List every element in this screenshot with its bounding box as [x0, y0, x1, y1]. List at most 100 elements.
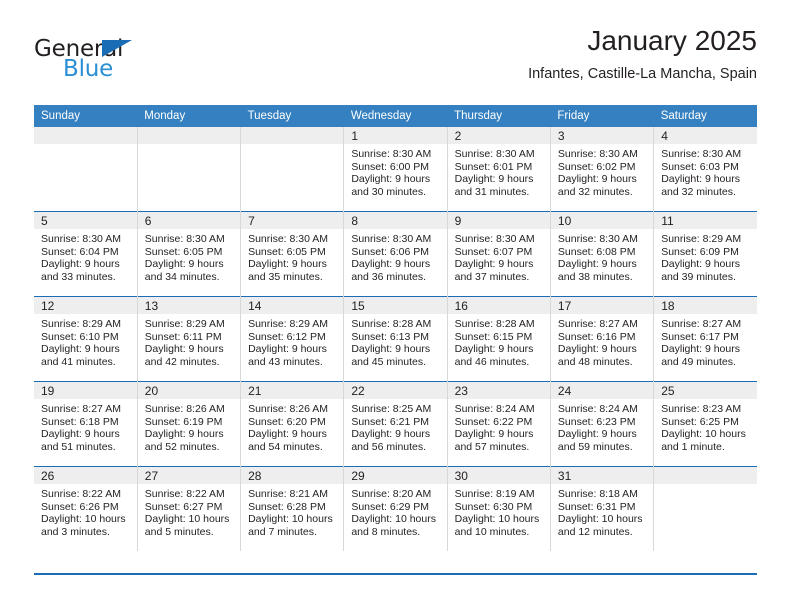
calendar-day-cell[interactable]: 19 Sunrise: 8:27 AM Sunset: 6:18 PM Dayligh… — [34, 381, 138, 467]
daylight-text-line1: Daylight: 10 hours — [144, 513, 230, 526]
weekday-header-sunday: Sunday — [34, 105, 138, 127]
calendar-day-cell[interactable]: 7 Sunrise: 8:30 AM Sunset: 6:05 PM Daylight… — [240, 211, 345, 297]
calendar-day-cell[interactable]: 11 Sunrise: 8:29 AM Sunset: 6:09 PM Dayligh… — [653, 211, 757, 297]
calendar-day-cell[interactable]: 3 Sunrise: 8:30 AM Sunset: 6:02 PM Daylight… — [549, 127, 655, 212]
calendar-day-cell[interactable]: 8 Sunrise: 8:30 AM Sunset: 6:06 PM Daylight… — [343, 211, 448, 297]
daylight-text-line2: and 36 minutes. — [351, 270, 427, 283]
day-number: 28 — [241, 467, 344, 484]
page-title: January 2025 — [587, 25, 757, 56]
calendar-day-cell[interactable]: 15 Sunrise: 8:28 AM Sunset: 6:13 PM Dayligh… — [343, 296, 448, 382]
daylight-text-line1: Daylight: 9 hours — [557, 343, 637, 356]
calendar-day-cell[interactable]: 6 Sunrise: 8:30 AM Sunset: 6:05 PM Daylight… — [136, 211, 242, 297]
daylight-text-line2: and 10 minutes. — [454, 525, 530, 538]
daylight-text-line1: Daylight: 9 hours — [557, 428, 637, 441]
calendar-day-cell[interactable]: 20 Sunrise: 8:26 AM Sunset: 6:19 PM Dayligh… — [136, 381, 242, 467]
sunrise-text: Sunrise: 8:29 AM — [41, 318, 121, 330]
calendar-day-cell[interactable]: 12 Sunrise: 8:29 AM Sunset: 6:10 PM Dayligh… — [34, 296, 138, 382]
daylight-text-line2: and 34 minutes. — [144, 270, 220, 283]
day-details: Sunrise: 8:28 AM Sunset: 6:13 PM Daylight:… — [344, 314, 446, 368]
day-number-band — [654, 467, 757, 484]
calendar-day-cell[interactable]: 4 Sunrise: 8:30 AM Sunset: 6:03 PM Daylight… — [653, 127, 757, 212]
day-number: 15 — [344, 297, 447, 314]
sunrise-text: Sunrise: 8:20 AM — [351, 488, 432, 500]
daylight-text-line1: Daylight: 10 hours — [661, 428, 746, 441]
calendar-day-cell[interactable]: 25 Sunrise: 8:23 AM Sunset: 6:25 PM Dayligh… — [653, 381, 757, 467]
calendar-day-cell[interactable]: 14 Sunrise: 8:29 AM Sunset: 6:12 PM Dayligh… — [240, 296, 345, 382]
day-details: Sunrise: 8:24 AM Sunset: 6:23 PM Daylight:… — [551, 399, 653, 453]
day-number: 17 — [550, 297, 654, 314]
weekday-header-tuesday: Tuesday — [240, 105, 344, 127]
daylight-text-line2: and 41 minutes. — [41, 355, 116, 368]
daylight-text-line1: Daylight: 9 hours — [454, 258, 534, 271]
calendar-day-cell[interactable]: 28 Sunrise: 8:21 AM Sunset: 6:28 PM Dayligh… — [240, 466, 345, 551]
sunset-text: Sunset: 6:04 PM — [41, 245, 119, 258]
day-details: Sunrise: 8:24 AM Sunset: 6:22 PM Daylight:… — [448, 399, 550, 453]
sunrise-text: Sunrise: 8:30 AM — [248, 233, 329, 245]
sunset-text: Sunset: 6:29 PM — [351, 500, 429, 513]
calendar-day-cell[interactable]: 17 Sunrise: 8:27 AM Sunset: 6:16 PM Dayligh… — [549, 296, 655, 382]
calendar-day-cell[interactable]: 31 Sunrise: 8:18 AM Sunset: 6:31 PM Dayligh… — [549, 466, 655, 551]
sunset-text: Sunset: 6:20 PM — [248, 415, 326, 428]
calendar-day-cell[interactable]: 30 Sunrise: 8:19 AM Sunset: 6:30 PM Dayligh… — [446, 466, 551, 551]
general-blue-logo: General Blue — [34, 36, 194, 88]
calendar-day-cell[interactable]: 2 Sunrise: 8:30 AM Sunset: 6:01 PM Daylight… — [446, 127, 551, 212]
sunset-text: Sunset: 6:02 PM — [557, 160, 636, 173]
weekday-header-monday: Monday — [137, 105, 241, 127]
daylight-text-line2: and 57 minutes. — [454, 440, 530, 453]
day-number: 30 — [447, 467, 550, 484]
day-details: Sunrise: 8:30 AM Sunset: 6:07 PM Daylight:… — [448, 229, 550, 283]
day-details: Sunrise: 8:23 AM Sunset: 6:25 PM Daylight:… — [654, 399, 757, 453]
daylight-text-line2: and 12 minutes. — [557, 525, 633, 538]
daylight-text-line1: Daylight: 9 hours — [661, 343, 740, 356]
day-details: Sunrise: 8:30 AM Sunset: 6:05 PM Daylight:… — [241, 229, 343, 283]
sunset-text: Sunset: 6:09 PM — [661, 245, 739, 258]
calendar-day-cell[interactable]: 16 Sunrise: 8:28 AM Sunset: 6:15 PM Dayligh… — [446, 296, 551, 382]
calendar-day-cell[interactable]: 23 Sunrise: 8:24 AM Sunset: 6:22 PM Dayligh… — [446, 381, 551, 467]
calendar-day-cell[interactable]: 1 Sunrise: 8:30 AM Sunset: 6:00 PM Daylight… — [343, 127, 448, 212]
triangle-icon — [102, 40, 132, 57]
sunset-text: Sunset: 6:05 PM — [144, 245, 223, 258]
day-number: 9 — [447, 212, 550, 229]
calendar-day-cell[interactable]: 27 Sunrise: 8:22 AM Sunset: 6:27 PM Dayligh… — [136, 466, 242, 551]
calendar-day-cell[interactable]: 18 Sunrise: 8:27 AM Sunset: 6:17 PM Dayligh… — [653, 296, 757, 382]
calendar-body: 1 Sunrise: 8:30 AM Sunset: 6:00 PM Daylight… — [34, 127, 757, 551]
sunrise-text: Sunrise: 8:29 AM — [248, 318, 329, 330]
calendar-day-cell-empty — [653, 466, 757, 551]
day-details: Sunrise: 8:20 AM Sunset: 6:29 PM Daylight:… — [344, 484, 446, 538]
calendar-day-cell[interactable]: 26 Sunrise: 8:22 AM Sunset: 6:26 PM Dayligh… — [34, 466, 138, 551]
daylight-text-line1: Daylight: 9 hours — [41, 343, 120, 356]
sunset-text: Sunset: 6:12 PM — [248, 330, 326, 343]
day-number: 13 — [137, 297, 241, 314]
day-details: Sunrise: 8:30 AM Sunset: 6:03 PM Daylight:… — [654, 144, 757, 198]
calendar-day-cell[interactable]: 22 Sunrise: 8:25 AM Sunset: 6:21 PM Dayligh… — [343, 381, 448, 467]
calendar-day-cell[interactable]: 21 Sunrise: 8:26 AM Sunset: 6:20 PM Dayligh… — [240, 381, 345, 467]
sunset-text: Sunset: 6:15 PM — [454, 330, 533, 343]
calendar-day-cell[interactable]: 13 Sunrise: 8:29 AM Sunset: 6:11 PM Dayligh… — [136, 296, 242, 382]
daylight-text-line2: and 32 minutes. — [557, 185, 633, 198]
calendar-day-cell[interactable]: 24 Sunrise: 8:24 AM Sunset: 6:23 PM Dayligh… — [549, 381, 655, 467]
daylight-text-line2: and 38 minutes. — [557, 270, 633, 283]
calendar-week-row: 12 Sunrise: 8:29 AM Sunset: 6:10 PM Dayligh… — [34, 296, 757, 382]
calendar-week-row: 19 Sunrise: 8:27 AM Sunset: 6:18 PM Dayligh… — [34, 381, 757, 467]
day-number: 8 — [344, 212, 447, 229]
logo-text-blue: Blue — [63, 56, 114, 82]
day-details: Sunrise: 8:27 AM Sunset: 6:16 PM Daylight:… — [551, 314, 653, 368]
day-details: Sunrise: 8:30 AM Sunset: 6:04 PM Daylight:… — [34, 229, 137, 283]
daylight-text-line1: Daylight: 9 hours — [144, 258, 224, 271]
calendar-day-cell-empty — [34, 127, 138, 212]
calendar-header-row: Sunday Monday Tuesday Wednesday Thursday… — [34, 105, 757, 127]
sunrise-text: Sunrise: 8:28 AM — [454, 318, 535, 330]
day-details: Sunrise: 8:30 AM Sunset: 6:08 PM Daylight:… — [551, 229, 653, 283]
calendar-day-cell[interactable]: 9 Sunrise: 8:30 AM Sunset: 6:07 PM Daylight… — [446, 211, 551, 297]
daylight-text-line1: Daylight: 10 hours — [248, 513, 333, 526]
day-details: Sunrise: 8:21 AM Sunset: 6:28 PM Daylight:… — [241, 484, 343, 538]
calendar-day-cell[interactable]: 5 Sunrise: 8:30 AM Sunset: 6:04 PM Daylight… — [34, 211, 138, 297]
calendar-day-cell[interactable]: 10 Sunrise: 8:30 AM Sunset: 6:08 PM Dayligh… — [549, 211, 655, 297]
sunrise-text: Sunrise: 8:22 AM — [144, 488, 225, 500]
sunrise-text: Sunrise: 8:30 AM — [661, 148, 742, 160]
sunrise-text: Sunrise: 8:28 AM — [351, 318, 432, 330]
sunrise-text: Sunrise: 8:27 AM — [41, 403, 121, 415]
calendar-day-cell[interactable]: 29 Sunrise: 8:20 AM Sunset: 6:29 PM Dayligh… — [343, 466, 448, 551]
daylight-text-line1: Daylight: 9 hours — [661, 258, 740, 271]
sunset-text: Sunset: 6:03 PM — [661, 160, 739, 173]
